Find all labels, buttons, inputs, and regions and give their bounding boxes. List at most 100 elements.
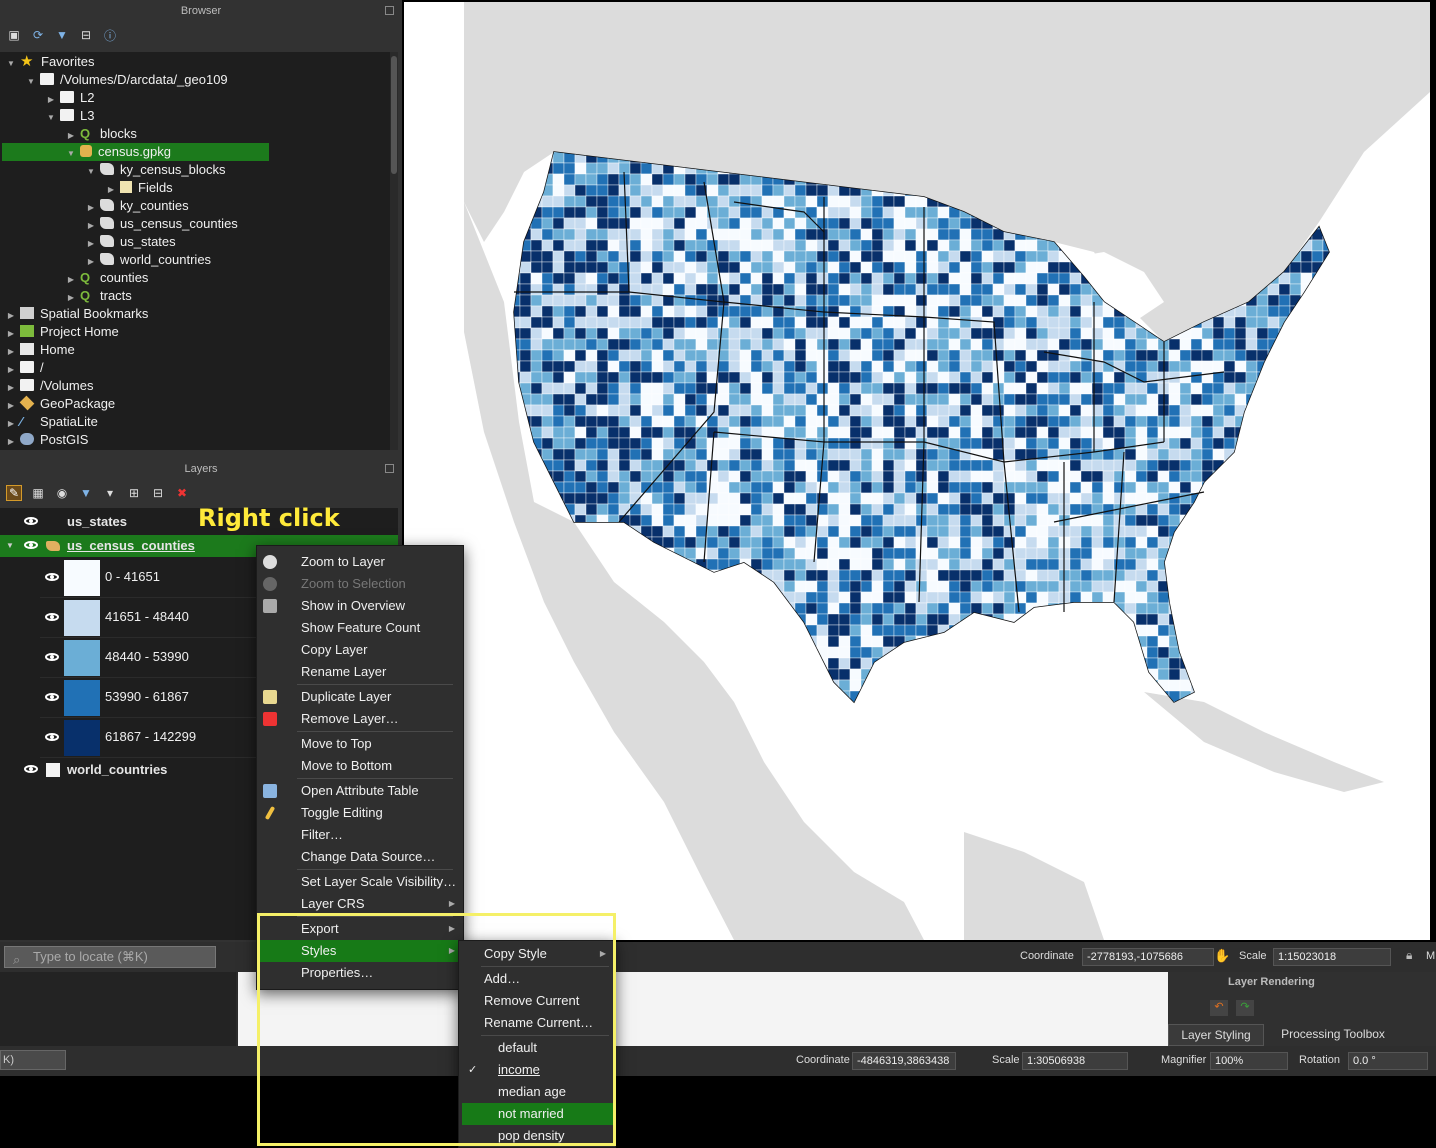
menu-item-label: Set Layer Scale Visibility…: [301, 874, 457, 889]
bg-scale-field[interactable]: 1:30506938: [1022, 1052, 1128, 1070]
menu-item-change-data-source[interactable]: Change Data Source…: [257, 846, 463, 868]
folder-icon: [20, 379, 34, 391]
eye-icon[interactable]: [24, 541, 38, 549]
browser-item[interactable]: ▶ ∕ SpatiaLite: [0, 413, 98, 431]
menu-item-label: Zoom to Selection: [301, 576, 406, 591]
menu-item-set-layer-scale-visibility[interactable]: Set Layer Scale Visibility…: [257, 871, 463, 893]
browser-item[interactable]: ▶ us_census_counties: [0, 215, 238, 233]
browser-item[interactable]: ▶ Project Home: [0, 323, 119, 341]
browser-item-label: tracts: [100, 288, 132, 303]
polygon-layer-icon: [100, 253, 114, 265]
eye-icon[interactable]: [45, 693, 59, 701]
browser-tree[interactable]: ▼ ★ Favorites ▼/Volumes/D/arcdata/_geo109 ▶ L…: [0, 52, 390, 450]
menu-item-show-in-overview[interactable]: Show in Overview: [257, 595, 463, 617]
menu-item-layer-crs[interactable]: Layer CRS ▶: [257, 893, 463, 915]
collapse-all-icon[interactable]: ⊟: [78, 27, 94, 43]
undo-icon[interactable]: ↶: [1210, 1000, 1228, 1016]
map-canvas[interactable]: [404, 2, 1430, 940]
filter-icon[interactable]: ▼: [54, 27, 70, 43]
menu-item-remove-layer[interactable]: Remove Layer…: [257, 708, 463, 730]
class-swatch: [64, 560, 100, 596]
menu-item-zoom-to-layer[interactable]: Zoom to Layer: [257, 551, 463, 573]
remove-layer-icon[interactable]: ✖: [174, 485, 190, 501]
browser-item[interactable]: ▶ Qtracts: [0, 287, 132, 305]
browser-scrollbar[interactable]: [390, 52, 398, 450]
browser-item[interactable]: ▶ Home: [0, 341, 75, 359]
tab-layer-styling[interactable]: Layer Styling: [1168, 1024, 1264, 1046]
browser-item[interactable]: ▶ us_states: [0, 233, 176, 251]
bg-magnifier-field[interactable]: 100%: [1210, 1052, 1288, 1070]
visibility-icon[interactable]: ◉: [54, 485, 70, 501]
menu-item-rename-layer[interactable]: Rename Layer: [257, 661, 463, 683]
style-panel-icon[interactable]: ✎: [6, 485, 22, 501]
add-group-icon[interactable]: ▦: [30, 485, 46, 501]
filter-legend-icon[interactable]: ▼: [78, 485, 94, 501]
menu-item-copy-layer[interactable]: Copy Layer: [257, 639, 463, 661]
add-layer-icon[interactable]: ▣: [6, 27, 22, 43]
bg-rotation-field[interactable]: 0.0 °: [1348, 1052, 1428, 1070]
browser-item-label: PostGIS: [40, 432, 89, 447]
browser-item[interactable]: ▼ ky_census_blocks: [0, 161, 225, 179]
bg-coordinate-field[interactable]: -4846319,3863438: [852, 1052, 956, 1070]
tab-processing-toolbox[interactable]: Processing Toolbox: [1268, 1024, 1398, 1046]
toggle-extents-icon[interactable]: ✋: [1214, 948, 1230, 964]
redo-icon[interactable]: ↷: [1236, 1000, 1254, 1016]
refresh-icon[interactable]: ⟳: [30, 27, 46, 43]
polygon-layer-icon: [100, 163, 114, 175]
browser-item-label: Favorites: [41, 54, 95, 69]
menu-item-zoom-to-selection: Zoom to Selection: [257, 573, 463, 595]
menu-item-open-attribute-table[interactable]: Open Attribute Table: [257, 780, 463, 802]
browser-item[interactable]: ▶ /: [0, 359, 44, 377]
qgis-project-icon: Q: [80, 288, 91, 303]
browser-item[interactable]: ▶ Fields: [0, 179, 173, 197]
coordinate-field[interactable]: -2778193,-1075686: [1082, 948, 1214, 966]
background-locator[interactable]: K): [0, 1050, 66, 1070]
menu-item-filter[interactable]: Filter…: [257, 824, 463, 846]
locator-search-input[interactable]: ⌕ Type to locate (⌘K): [4, 946, 216, 968]
browser-item-label: L2: [80, 90, 95, 105]
browser-item[interactable]: ▶ Spatial Bookmarks: [0, 305, 148, 323]
browser-toolbar: ▣ ⟳ ▼ ⊟ ⓘ: [0, 22, 402, 48]
browser-item[interactable]: ▼ L3: [0, 107, 94, 125]
collapse-arrow-icon[interactable]: ▶: [6, 433, 16, 450]
menu-item-move-to-top[interactable]: Move to Top: [257, 733, 463, 755]
eye-icon[interactable]: [45, 653, 59, 661]
browser-item[interactable]: ▶ GeoPackage: [0, 395, 115, 413]
background-window: Layer Rendering ↶ ↷ Layer Styling Proces…: [0, 972, 1436, 1076]
browser-close-icon[interactable]: [385, 6, 394, 15]
expression-filter-icon[interactable]: ▾: [102, 485, 118, 501]
expand-arrow-icon[interactable]: ▼: [6, 535, 14, 557]
browser-item[interactable]: ▼ ★ Favorites: [0, 53, 94, 71]
collapse-all-layers-icon[interactable]: ⊟: [150, 485, 166, 501]
lock-icon[interactable]: 🔒︎: [1406, 948, 1412, 963]
scale-field[interactable]: 1:15023018: [1273, 948, 1391, 966]
folder-icon: [60, 109, 74, 121]
browser-item-label: blocks: [100, 126, 137, 141]
menu-item-toggle-editing[interactable]: Toggle Editing: [257, 802, 463, 824]
menu-item-show-feature-count[interactable]: Show Feature Count: [257, 617, 463, 639]
layers-close-icon[interactable]: [385, 464, 394, 473]
eye-icon[interactable]: [24, 765, 38, 773]
browser-item[interactable]: ▶ PostGIS: [0, 431, 89, 450]
bg-scale-label: Scale: [992, 1054, 1020, 1066]
eye-icon[interactable]: [45, 573, 59, 581]
eye-icon[interactable]: [45, 733, 59, 741]
browser-item[interactable]: ▶ world_countries: [0, 251, 211, 269]
class-label: 41651 - 48440: [105, 609, 189, 624]
eye-icon[interactable]: [45, 613, 59, 621]
expand-all-icon[interactable]: ⊞: [126, 485, 142, 501]
menu-item-duplicate-layer[interactable]: Duplicate Layer: [257, 686, 463, 708]
menu-item-label: Rename Layer: [301, 664, 387, 679]
folder-icon: [60, 91, 74, 103]
magnifier-label-stub: M: [1426, 950, 1436, 962]
browser-item[interactable]: ▶ ky_counties: [0, 197, 189, 215]
browser-item[interactable]: ▼/Volumes/D/arcdata/_geo109: [0, 71, 228, 89]
info-icon[interactable]: ⓘ: [102, 27, 118, 43]
eye-icon[interactable]: [24, 517, 38, 525]
browser-item[interactable]: ▶/Volumes: [0, 377, 94, 395]
browser-item[interactable]: ▶ Qblocks: [0, 125, 137, 143]
browser-item[interactable]: ▼ census.gpkg: [2, 143, 269, 161]
menu-item-move-to-bottom[interactable]: Move to Bottom: [257, 755, 463, 777]
browser-item[interactable]: ▶ L2: [0, 89, 95, 107]
browser-item[interactable]: ▶ Qcounties: [0, 269, 149, 287]
